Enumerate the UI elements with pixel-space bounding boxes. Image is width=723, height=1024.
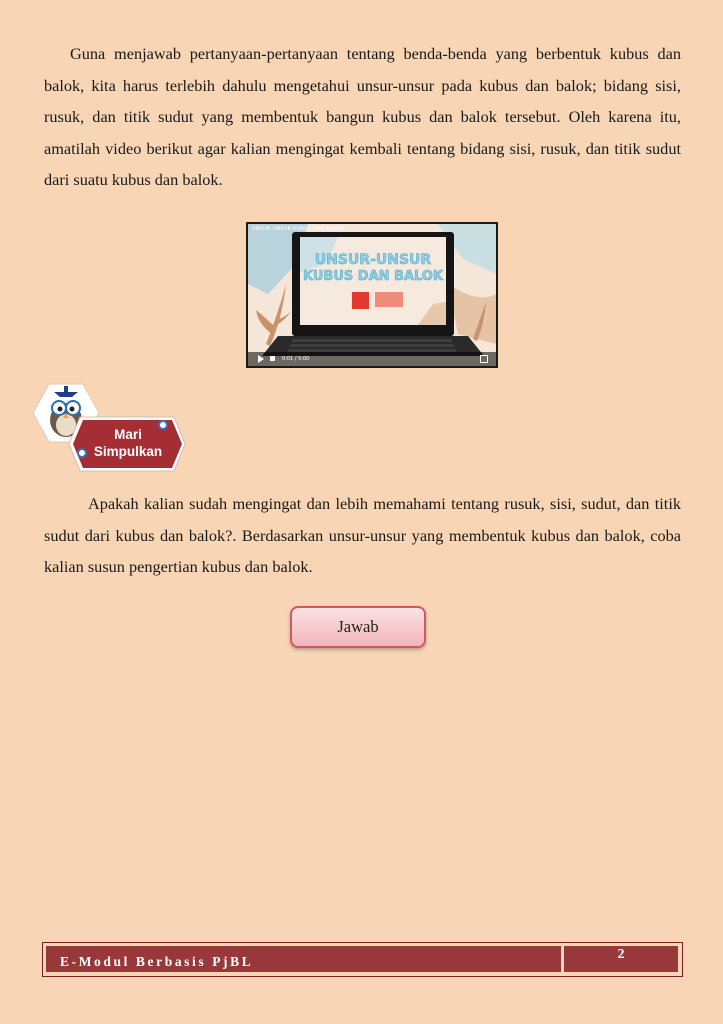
video-title: UNSUR UNSUR KUBUS DAN BALOK [252,226,344,232]
video-time: 0:01 / 5:00 [282,356,310,362]
footer-title: E-Modul Berbasis PjBL [60,954,254,969]
page-number: 2 [617,947,625,962]
video-screen-title-1: UNSUR-UNSUR [315,252,432,268]
video-player[interactable]: UNSUR-UNSUR KUBUS DAN BALOK UNSUR UNSUR … [246,222,498,368]
answer-button[interactable]: Jawab [290,606,426,648]
video-thumbnail: UNSUR-UNSUR KUBUS DAN BALOK [248,224,496,366]
conclusion-paragraph: Apakah kalian sudah mengingat dan lebih … [44,494,681,576]
fullscreen-icon[interactable] [480,355,488,363]
footer-title-panel: E-Modul Berbasis PjBL [46,946,561,972]
section-badge-line2: Simpulkan [93,444,163,459]
footer-bar: E-Modul Berbasis PjBL 2 [42,942,683,977]
cuboid-shape [375,292,403,307]
volume-icon[interactable] [270,356,275,361]
cube-shape [352,292,369,309]
video-screen-title-2: KUBUS DAN BALOK [303,269,444,284]
section-badge-text: Mari Simpulkan [84,426,172,460]
play-icon[interactable] [258,355,264,363]
page-number-panel: 2 [564,946,678,972]
section-badge-line1: Mari [114,427,142,442]
intro-paragraph: Guna menjawab pertanyaan-pertanyaan tent… [44,44,681,189]
video-controls[interactable]: 0:01 / 5:00 [248,352,496,366]
